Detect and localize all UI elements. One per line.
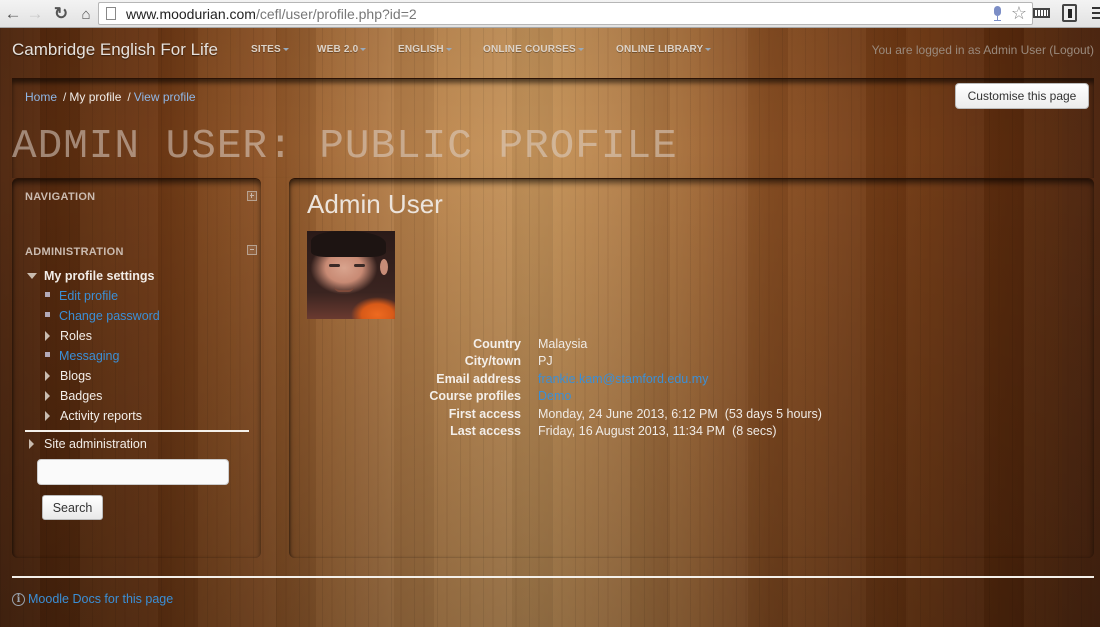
tree-item-edit-profile[interactable]: Edit profile xyxy=(45,289,118,303)
back-button[interactable]: ← xyxy=(3,4,23,24)
url-text: www.moodurian.com/cefl/user/profile.php?… xyxy=(126,6,417,22)
caret-down-icon xyxy=(577,47,584,51)
profile-field-email: Email address frankie.kam@stamford.edu.m… xyxy=(436,372,709,386)
breadcrumb-home[interactable]: Home xyxy=(25,90,57,104)
reload-icon: ↻ xyxy=(53,4,69,23)
profile-name: Admin User xyxy=(307,189,443,219)
login-info: You are logged in as Admin User (Logout) xyxy=(871,43,1094,57)
tree-item-messaging[interactable]: Messaging xyxy=(45,349,119,363)
triangle-right-icon xyxy=(45,371,50,381)
caret-down-icon xyxy=(282,47,289,51)
site-brand[interactable]: Cambridge English For Life xyxy=(12,40,218,60)
bullet-icon xyxy=(45,312,50,317)
profile-field-course-profiles: Course profiles Demo xyxy=(429,389,572,403)
breadcrumb-view-profile[interactable]: View profile xyxy=(134,90,196,104)
reload-button[interactable]: ↻ xyxy=(51,4,71,24)
breadcrumb: Home / My profile / View profile xyxy=(25,90,196,104)
nav-menu-online-library[interactable]: ONLINE LIBRARY xyxy=(616,44,712,55)
info-icon: i xyxy=(12,592,25,606)
admin-search-input[interactable] xyxy=(37,459,229,485)
address-bar[interactable]: www.moodurian.com/cefl/user/profile.php?… xyxy=(98,2,1033,25)
user-avatar[interactable] xyxy=(307,231,395,319)
expand-icon[interactable] xyxy=(247,191,257,201)
sidebar-divider xyxy=(25,430,249,432)
collapse-icon[interactable] xyxy=(247,245,257,255)
triangle-right-icon xyxy=(45,331,50,341)
profile-field-last-access: Last access Friday, 16 August 2013, 11:3… xyxy=(450,424,777,438)
logout-link[interactable]: (Logout) xyxy=(1049,43,1094,57)
moodle-docs-link[interactable]: i Moodle Docs for this page xyxy=(12,592,173,606)
tree-my-profile-settings[interactable]: My profile settings xyxy=(27,269,154,283)
customise-page-button[interactable]: Customise this page xyxy=(955,83,1089,109)
caret-down-icon xyxy=(445,47,452,51)
course-link-demo[interactable]: Demo xyxy=(538,389,571,403)
browser-toolbar: ← → ↻ ⌂ www.moodurian.com/cefl/user/prof… xyxy=(0,0,1100,28)
email-link[interactable]: frankie.kam@stamford.edu.my xyxy=(538,372,708,386)
triangle-right-icon xyxy=(29,439,34,449)
triangle-right-icon xyxy=(45,391,50,401)
home-button[interactable]: ⌂ xyxy=(76,4,96,24)
home-icon: ⌂ xyxy=(81,5,91,23)
bullet-icon xyxy=(45,292,50,297)
page-title: ADMIN USER: PUBLIC PROFILE xyxy=(12,124,678,170)
profile-link[interactable]: Admin User xyxy=(983,43,1046,57)
breadcrumb-my-profile[interactable]: My profile xyxy=(69,90,121,104)
caret-down-icon xyxy=(705,47,712,51)
profile-field-country: Country Malaysia xyxy=(473,337,588,351)
caret-down-icon xyxy=(360,47,367,51)
bullet-icon xyxy=(45,352,50,357)
page-icon xyxy=(106,7,116,20)
arrow-left-icon: ← xyxy=(4,4,22,23)
nav-menu-sites[interactable]: SITES xyxy=(251,44,289,55)
triangle-down-icon xyxy=(27,273,37,279)
administration-block-title[interactable]: ADMINISTRATION xyxy=(25,246,124,258)
menu-icon[interactable] xyxy=(1092,7,1100,21)
tree-item-badges[interactable]: Badges xyxy=(45,389,102,403)
profile-field-first-access: First access Monday, 24 June 2013, 6:12 … xyxy=(448,407,822,421)
forward-button[interactable]: → xyxy=(25,4,45,24)
triangle-right-icon xyxy=(45,411,50,421)
arrow-right-icon: → xyxy=(26,4,44,23)
page-background: Cambridge English For Life SITES WEB 2.0… xyxy=(0,28,1100,627)
tree-item-site-administration[interactable]: Site administration xyxy=(29,437,147,451)
navigation-block-title[interactable]: NAVIGATION xyxy=(25,191,95,203)
tree-item-change-password[interactable]: Change password xyxy=(45,309,160,323)
navbar: Cambridge English For Life SITES WEB 2.0… xyxy=(0,28,1100,74)
search-button[interactable]: Search xyxy=(42,495,103,520)
footer-divider xyxy=(12,576,1094,578)
tree-item-roles[interactable]: Roles xyxy=(45,329,92,343)
extension-icon[interactable] xyxy=(1062,4,1077,22)
nav-menu-online-courses[interactable]: ONLINE COURSES xyxy=(483,44,584,55)
tree-item-blogs[interactable]: Blogs xyxy=(45,369,91,383)
nav-menu-web20[interactable]: WEB 2.0 xyxy=(317,44,367,55)
ruler-extension-icon[interactable] xyxy=(1033,8,1050,18)
profile-field-city: City/town PJ xyxy=(464,354,553,368)
tree-item-activity-reports[interactable]: Activity reports xyxy=(45,409,142,423)
bookmark-star-icon[interactable]: ☆ xyxy=(1011,3,1027,24)
microphone-icon[interactable] xyxy=(992,6,1002,21)
nav-menu-english[interactable]: ENGLISH xyxy=(398,44,452,55)
